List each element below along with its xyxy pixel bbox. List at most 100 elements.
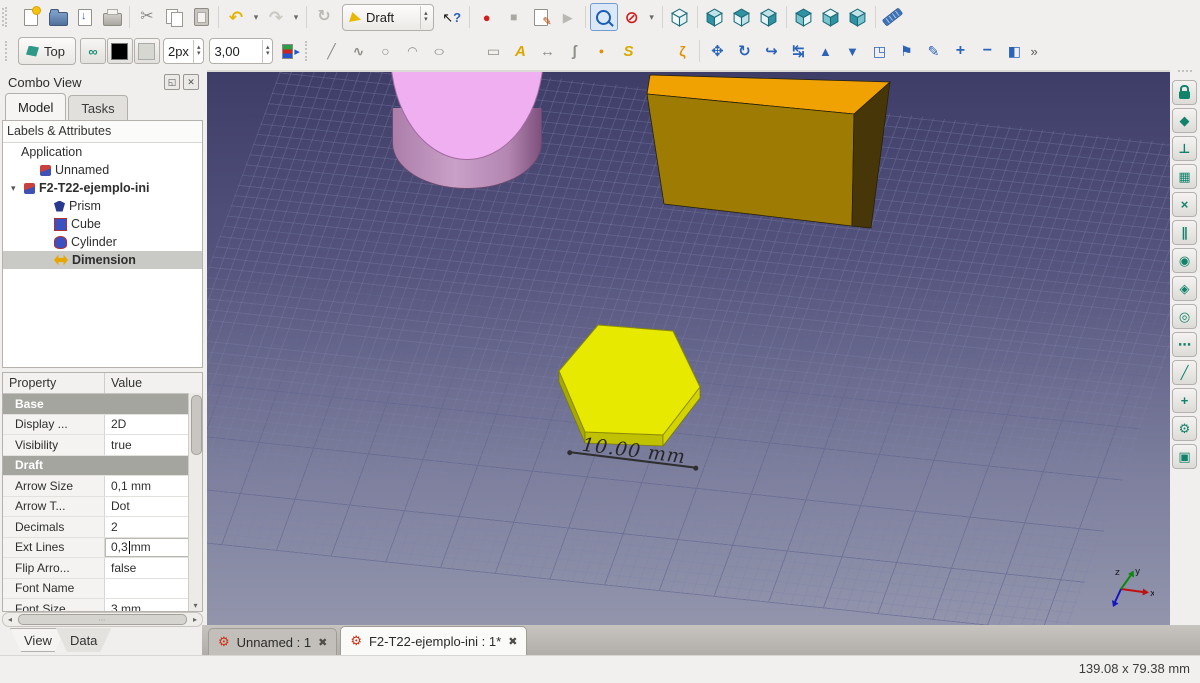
toolbar-handle[interactable] — [1177, 70, 1192, 76]
axonometric-view-button[interactable] — [667, 4, 693, 30]
property-horizontal-scrollbar[interactable]: ◂ ⋯ ▸ — [2, 612, 203, 627]
draft-add-point-button[interactable]: + — [947, 38, 973, 64]
copy-button[interactable] — [161, 4, 187, 30]
property-vertical-scrollbar[interactable]: ▾ — [188, 393, 202, 611]
whats-this-button[interactable]: ↖ ? — [439, 4, 465, 30]
draft-offset-button[interactable]: ↪ — [758, 38, 784, 64]
snap-angle-button[interactable]: ◈ — [1172, 276, 1197, 301]
prop-font-name[interactable]: Font Name — [3, 578, 202, 599]
snap-ortho-button[interactable]: + — [1172, 388, 1197, 413]
prop-decimals[interactable]: Decimals 2 — [3, 517, 202, 538]
draft-point-button[interactable]: ● — [588, 38, 614, 64]
fit-all-button[interactable] — [589, 3, 618, 31]
redo-dropdown[interactable]: ▾ — [290, 4, 302, 30]
undo-dropdown[interactable]: ▾ — [250, 4, 262, 30]
scroll-right-icon[interactable]: ▸ — [188, 615, 202, 624]
draft-bezier-button[interactable]: ζ — [669, 38, 695, 64]
draft-edit-button[interactable]: ✎ — [920, 38, 946, 64]
macro-edit-button[interactable]: ✎ — [528, 4, 554, 30]
draft-circle-button[interactable]: ○ — [372, 38, 398, 64]
draft-line-button[interactable]: ╱ — [318, 38, 344, 64]
front-view-button[interactable] — [702, 4, 728, 30]
hexagon-prism-object[interactable] — [558, 324, 701, 448]
macro-stop-button[interactable]: ■ — [501, 4, 527, 30]
tree-item-cube[interactable]: Cube — [3, 215, 202, 233]
scrollbar-thumb[interactable] — [191, 395, 202, 455]
float-panel-icon[interactable]: ◱ — [164, 74, 180, 90]
draft-wire-button[interactable]: ∿ — [345, 38, 371, 64]
paste-button[interactable] — [188, 4, 214, 30]
toolbar-handle[interactable] — [2, 8, 8, 26]
rear-view-button[interactable] — [791, 4, 817, 30]
snap-midpoint-button[interactable]: ◆ — [1172, 108, 1197, 133]
line-width-spinner[interactable]: ▴ ▾ — [192, 39, 204, 63]
doc-tab-unnamed[interactable]: ⚙ Unnamed : 1 ✖ — [208, 628, 338, 655]
3d-viewport[interactable]: 10.00 mm z y x — [207, 70, 1170, 627]
new-file-button[interactable] — [18, 4, 44, 30]
snap-center-button[interactable]: ◎ — [1172, 304, 1197, 329]
tree-item-unnamed[interactable]: Unnamed — [3, 161, 202, 179]
draft-to-sketch-button[interactable]: ◧ — [1001, 38, 1027, 64]
draft-text-button[interactable]: A — [507, 38, 533, 64]
right-view-button[interactable] — [756, 4, 782, 30]
draft-scale-button[interactable]: ◳ — [866, 38, 892, 64]
snap-intersection-button[interactable]: × — [1172, 192, 1197, 217]
line-color-button[interactable] — [106, 38, 133, 64]
draft-shapestring-button[interactable]: S — [615, 38, 641, 64]
snap-near-button[interactable]: ╱ — [1172, 360, 1197, 385]
snap-working-plane-button[interactable]: ▣ — [1172, 444, 1197, 469]
left-view-button[interactable] — [845, 4, 871, 30]
snap-extension-button[interactable]: ⋯ — [1172, 332, 1197, 357]
tree-item-prism[interactable]: Prism — [3, 197, 202, 215]
draw-style-dropdown[interactable]: ▾ — [646, 4, 658, 30]
draft-bspline-button[interactable]: ʃ — [561, 38, 587, 64]
tab-tasks[interactable]: Tasks — [68, 95, 128, 120]
prop-group-base[interactable]: Base — [3, 394, 202, 415]
snap-perpendicular-button[interactable]: ⊥ — [1172, 136, 1197, 161]
tree-item-dimension[interactable]: Dimension — [3, 251, 202, 269]
line-width-spinbox[interactable]: 2px ▴ ▾ — [162, 38, 205, 64]
open-file-button[interactable] — [45, 4, 71, 30]
cut-button[interactable]: ✂ — [134, 4, 160, 30]
macro-record-button[interactable]: ● — [474, 4, 500, 30]
tree-item-f2-t22-ejemplo-ini[interactable]: ▾ F2-T22-ejemplo-ini — [3, 179, 202, 197]
line-scale-spinner[interactable]: ▴ ▾ — [261, 39, 273, 63]
prop-flip-arrows[interactable]: Flip Arro... false — [3, 558, 202, 579]
toolbar-handle[interactable] — [305, 41, 313, 61]
tab-view[interactable]: View — [10, 628, 66, 652]
tree-item-application[interactable]: Application — [3, 143, 202, 161]
working-plane-button[interactable]: Top — [18, 37, 76, 65]
cube-object[interactable] — [646, 74, 892, 229]
snap-grid-button[interactable]: ▦ — [1172, 164, 1197, 189]
draft-downgrade-button[interactable]: ▼ — [839, 38, 865, 64]
draft-facebinder-button[interactable] — [642, 38, 668, 64]
draft-dimension-button[interactable]: ↔ — [534, 38, 560, 64]
tree-item-cylinder[interactable]: Cylinder — [3, 233, 202, 251]
top-view-button[interactable] — [729, 4, 755, 30]
draft-arc-button[interactable]: ◠ — [399, 38, 425, 64]
scrollbar-thumb[interactable]: ⋯ — [18, 614, 187, 625]
draft-del-point-button[interactable]: − — [974, 38, 1000, 64]
prop-display[interactable]: Display ... 2D — [3, 414, 202, 435]
doc-tab-f2-t22-ejemplo-ini[interactable]: ⚙ F2-T22-ejemplo-ini : 1* ✖ — [340, 626, 528, 655]
combo-view-titlebar[interactable]: Combo View ◱ ✕ — [2, 70, 203, 94]
draft-polygon-button[interactable] — [453, 38, 479, 64]
workbench-selector[interactable]: Draft ▴ ▾ — [342, 3, 434, 31]
draft-rectangle-button[interactable]: ▭ — [480, 38, 506, 64]
redo-button[interactable]: ↷ — [263, 4, 289, 30]
workbench-spinner[interactable]: ▴ ▾ — [420, 5, 431, 29]
face-color-button[interactable] — [133, 38, 160, 64]
toolbar-overflow-button[interactable]: » — [1030, 45, 1037, 58]
expander-icon[interactable]: ▾ — [11, 183, 20, 194]
draft-move-button[interactable]: ✥ — [704, 38, 730, 64]
draft-trimex-button[interactable]: ↹ — [785, 38, 811, 64]
draft-subelement-button[interactable]: ⚑ — [893, 38, 919, 64]
refresh-button[interactable]: ↻ — [311, 4, 337, 30]
prop-arrow-size[interactable]: Arrow Size 0,1 mm — [3, 476, 202, 497]
construction-mode-button[interactable]: ∞ — [79, 38, 106, 64]
bottom-view-button[interactable] — [818, 4, 844, 30]
prop-arrow-type[interactable]: Arrow T... Dot — [3, 496, 202, 517]
draft-ellipse-button[interactable]: ○ — [426, 38, 452, 64]
toolbar-handle[interactable] — [5, 41, 13, 61]
measure-distance-button[interactable] — [880, 4, 906, 30]
